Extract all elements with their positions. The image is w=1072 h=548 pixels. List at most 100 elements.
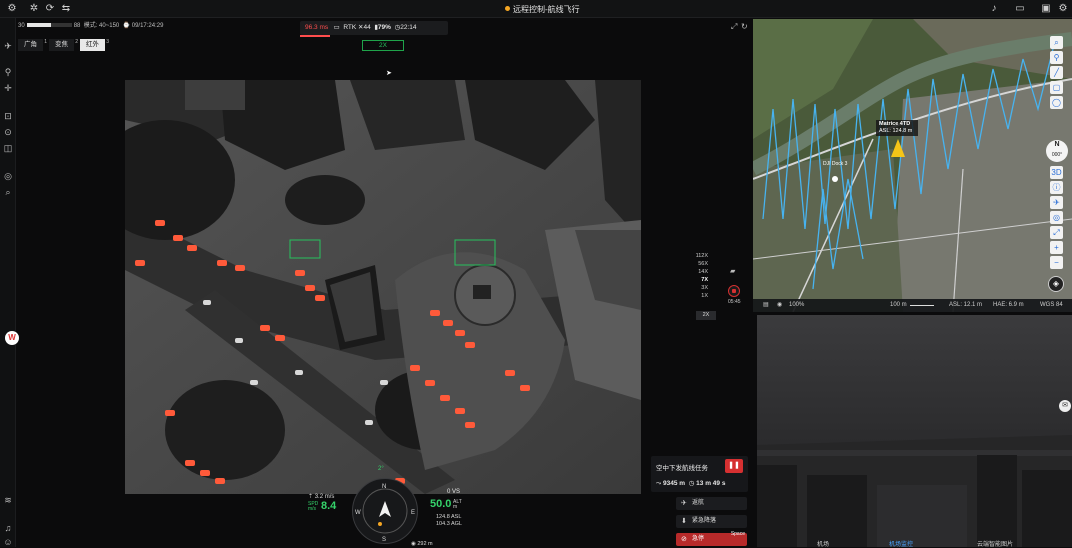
people-icon[interactable]: ☺ bbox=[2, 536, 14, 548]
hud-pitch: 2° bbox=[378, 466, 384, 472]
emergency-stop-button[interactable]: ⊘ 急停 Space bbox=[676, 531, 747, 546]
svg-text:S: S bbox=[382, 537, 386, 543]
chat-icon[interactable]: ✉ bbox=[1059, 400, 1071, 412]
rtk-count: 44 bbox=[363, 24, 371, 31]
hud-altitude: 50.0 bbox=[430, 498, 452, 510]
tab-wide[interactable]: 广角 1 bbox=[18, 39, 47, 51]
tab-wide-label: 广角 bbox=[24, 41, 37, 48]
drone-icon[interactable]: ✲ bbox=[28, 3, 40, 15]
mission-title: 空中下发航线任务 bbox=[656, 465, 708, 472]
map-status-bar: ▤ ◉ 100% 100 m ASL: 12.1 m HAE: 6.9 m WG… bbox=[753, 299, 1072, 312]
bell-icon[interactable]: ♪ bbox=[988, 3, 1000, 15]
compass-dir: N bbox=[1054, 141, 1060, 148]
sync-icon[interactable]: ⟳ bbox=[44, 3, 56, 15]
map-layer-toggle-icon[interactable]: ◈ bbox=[1048, 276, 1064, 292]
hud-dial-svg: N S W E bbox=[355, 484, 415, 543]
settings-icon[interactable]: ⚙ bbox=[1057, 3, 1069, 15]
main-video-feed[interactable] bbox=[125, 80, 641, 494]
zoom-level-7[interactable]: 7X bbox=[694, 276, 708, 284]
flight-icon[interactable]: ✈ bbox=[2, 40, 14, 52]
return-home-button[interactable]: ✈ 返航 bbox=[676, 497, 747, 510]
tab-infrared[interactable]: 红外 3 bbox=[80, 39, 109, 51]
window-icon[interactable]: ▭ bbox=[1014, 3, 1026, 15]
map-3d-button[interactable]: 3D bbox=[1050, 166, 1063, 179]
focus-icon[interactable]: ⊡ bbox=[2, 110, 14, 122]
map-tools: ⌕ ⚲ ╱ ▢ ◯ bbox=[1050, 36, 1064, 111]
split-icon[interactable]: ◫ bbox=[2, 142, 14, 154]
svg-text:W: W bbox=[355, 510, 361, 516]
map-zoom-in-icon[interactable]: + bbox=[1050, 241, 1063, 254]
mic-icon[interactable]: ♫ bbox=[2, 522, 14, 534]
map-drone-icon[interactable]: ✈ bbox=[1050, 196, 1063, 209]
map-scale-bar bbox=[910, 305, 934, 306]
route-icon: ⤳ bbox=[656, 480, 662, 487]
map-list-icon[interactable]: ▤ bbox=[763, 299, 769, 312]
refresh-icon[interactable]: ↻ bbox=[741, 22, 750, 31]
mission-duration: 13 m 49 s bbox=[696, 480, 726, 487]
screen-icon[interactable]: ▣ bbox=[1040, 3, 1052, 15]
hud-distance-value: 292 m bbox=[417, 541, 433, 547]
status-dot bbox=[505, 6, 510, 11]
tab-zoom[interactable]: 变焦 2 bbox=[49, 39, 78, 51]
app-logo-icon[interactable]: W bbox=[5, 331, 19, 345]
map-compass[interactable]: N 000° bbox=[1046, 140, 1068, 162]
hud-alt-label: ALT m bbox=[453, 499, 462, 510]
map-pin-icon[interactable]: ⚲ bbox=[1050, 51, 1063, 64]
fullscreen-icon[interactable]: ⤢ bbox=[731, 22, 740, 31]
map-view[interactable]: Matrice 4TD ASL: 124.8 m DJI Dock 3 bbox=[753, 19, 1072, 312]
map-fit-icon[interactable]: ⤢ bbox=[1050, 226, 1063, 239]
stop-hotkey: Space bbox=[730, 531, 745, 537]
emergency-land-button[interactable]: ⬇ 紧急降落 bbox=[676, 515, 747, 528]
map-tools-lower: 3D ⓘ ✈ ◎ ⤢ + − bbox=[1050, 166, 1064, 271]
hud-asl: 124.8 ASL bbox=[436, 514, 462, 520]
left-toolbar: ✈ ⚲ ✛ ⊡ ⊙ ◫ ◎ ⌕ ≋ ♫ ☺ bbox=[0, 18, 16, 547]
map-eye-icon[interactable]: ◉ bbox=[777, 299, 782, 312]
zoom-level-112[interactable]: 112X bbox=[694, 252, 708, 260]
map-hae: HAE: 6.9 m bbox=[993, 302, 1024, 308]
tab-wide-key: 1 bbox=[44, 39, 47, 45]
pause-button[interactable]: ❚❚ bbox=[725, 459, 743, 473]
zoom-level-14[interactable]: 14X bbox=[694, 268, 708, 276]
map-area-icon[interactable]: ▢ bbox=[1050, 81, 1063, 94]
record-button[interactable] bbox=[728, 285, 740, 297]
hud-alt-details: 124.8 ASL 104.3 AGL bbox=[436, 514, 462, 528]
network-icon[interactable]: ⚙ bbox=[6, 3, 18, 15]
map-asl: ASL: 12.1 m bbox=[949, 302, 983, 308]
map-info-icon[interactable]: ⓘ bbox=[1050, 181, 1063, 194]
thermal-scene bbox=[125, 80, 641, 494]
map-locate-icon[interactable]: ◎ bbox=[1050, 211, 1063, 224]
map-zoom-out-icon[interactable]: − bbox=[1050, 256, 1063, 269]
camera-icon[interactable]: ▰ bbox=[730, 267, 735, 275]
layers-icon[interactable]: ≋ bbox=[2, 494, 14, 506]
mission-stats: ⤳ 9345 m ◷ 13 m 49 s bbox=[656, 479, 725, 488]
ai-icon[interactable]: ◎ bbox=[2, 170, 14, 182]
map-scale: 100 m bbox=[890, 302, 907, 308]
map-datum: WGS 84 bbox=[1040, 302, 1063, 308]
return-icon: ✈ bbox=[681, 500, 687, 507]
camera-mode-tabs: 广角 1 变焦 2 红外 3 bbox=[18, 39, 111, 51]
mouse-cursor-icon: ➤ bbox=[386, 70, 392, 77]
zoom-current[interactable]: 2X bbox=[696, 311, 716, 320]
secondary-video-feed[interactable]: ✉ bbox=[757, 315, 1072, 547]
emergency-stop-label: 急停 bbox=[692, 536, 705, 542]
map-search-icon[interactable]: ⌕ bbox=[1050, 36, 1063, 49]
dock-label: DJI Dock 3 bbox=[823, 161, 848, 167]
hud-distance: ◉ 292 m bbox=[411, 541, 433, 547]
map-line-icon[interactable]: ╱ bbox=[1050, 66, 1063, 79]
zoom-level-1[interactable]: 1X bbox=[694, 292, 708, 300]
map-circle-icon[interactable]: ◯ bbox=[1050, 96, 1063, 109]
scan-icon[interactable]: ⊙ bbox=[2, 126, 14, 138]
search-icon[interactable]: ⌕ bbox=[2, 186, 14, 198]
swap-icon[interactable]: ⇆ bbox=[60, 3, 72, 15]
mission-panel: 空中下发航线任务 ❚❚ ⤳ 9345 m ◷ 13 m 49 s bbox=[651, 456, 748, 492]
pin-icon[interactable]: ⚲ bbox=[2, 66, 14, 78]
latency-underline bbox=[300, 35, 330, 37]
battery-fill bbox=[26, 23, 52, 28]
tab-zoom-key: 2 bbox=[75, 39, 78, 45]
hud-vertical-speed: ⇡ 3.2 m/s bbox=[308, 494, 335, 500]
zoom-level-56[interactable]: 56X bbox=[694, 260, 708, 268]
window-title: 远程控制-航线飞行 bbox=[505, 4, 580, 15]
zoom-level-3[interactable]: 3X bbox=[694, 284, 708, 292]
target-icon[interactable]: ✛ bbox=[2, 82, 14, 94]
title-bar: ⚙ ✲ ⟳ ⇆ 远程控制-航线飞行 ♪ ▭ ▣ ⚙ bbox=[0, 0, 1072, 18]
